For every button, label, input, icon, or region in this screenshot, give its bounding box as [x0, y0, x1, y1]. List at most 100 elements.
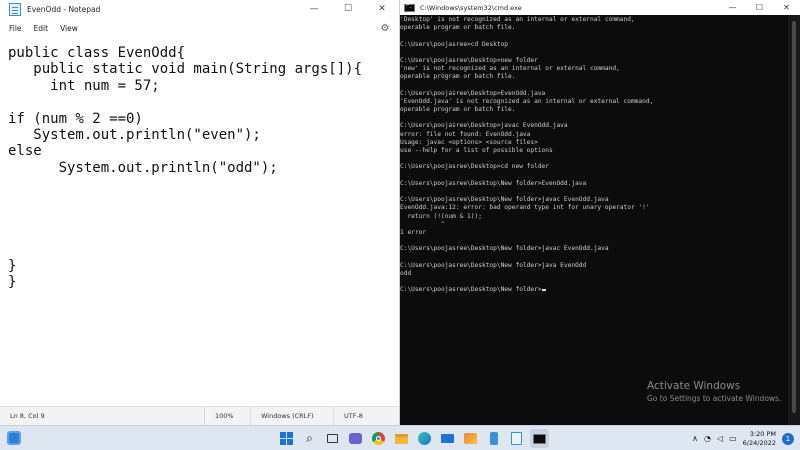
notepad-menubar: File Edit View ⚙ [0, 18, 399, 38]
chat-icon[interactable] [346, 429, 365, 448]
file-explorer-icon[interactable] [392, 429, 411, 448]
mail-icon[interactable] [438, 429, 457, 448]
console-line: 1 error [400, 228, 427, 236]
console-line: ^ [400, 220, 445, 228]
photos-icon[interactable] [461, 429, 480, 448]
status-cursor-position: Ln 8, Col 9 [0, 407, 205, 425]
code-line: else [8, 143, 42, 160]
code-line: } [8, 274, 17, 291]
console-line: 'EvenOdd.java' is not recognized as an i… [400, 97, 654, 105]
notepad-app-icon [9, 2, 21, 16]
console-prompt: C:\Users\poojasree\Desktop\New folder> [400, 286, 542, 294]
cmd-scrollbar[interactable] [788, 15, 800, 425]
task-view-icon[interactable] [323, 429, 342, 448]
clock[interactable]: 3:20 PM 6/24/2022 [743, 430, 776, 448]
cmd-window[interactable]: C:\Windows\system32\cmd.exe — ☐ ✕ 'Deskt… [400, 0, 800, 425]
console-line: C:\Users\poojasree\Desktop>new folder [400, 56, 538, 64]
activate-windows-watermark: Activate Windows Go to Settings to activ… [647, 380, 781, 403]
volume-icon[interactable]: ◁ [717, 434, 723, 443]
gear-icon[interactable]: ⚙ [377, 20, 393, 36]
battery-icon[interactable]: ▭ [729, 434, 737, 443]
console-line: 'Desktop' is not recognized as an intern… [400, 16, 635, 23]
chevron-up-icon[interactable]: ∧ [692, 434, 698, 443]
console-line: C:\Users\poojasree\Desktop>javac EvenOdd… [400, 122, 568, 130]
notepad-titlebar[interactable]: EvenOdd - Notepad — ☐ ✕ [0, 0, 399, 18]
text-cursor [541, 289, 546, 292]
code-line: if (num % 2 ==0) [8, 110, 143, 127]
console-line: operable program or batch file. [400, 73, 516, 81]
code-line: System.out.println("even"); [8, 126, 261, 143]
taskbar-pinned-apps: ⌕ [277, 429, 553, 448]
edge-icon[interactable] [415, 429, 434, 448]
notepad-icon[interactable] [507, 429, 526, 448]
search-icon[interactable]: ⌕ [300, 429, 319, 448]
cmd-app-icon [404, 2, 415, 12]
notepad-status-bar: Ln 8, Col 9 100% Windows (CRLF) UTF-8 [0, 406, 399, 425]
wifi-icon[interactable]: ◔ [704, 434, 711, 443]
console-line: C:\Users\poojasree\Desktop\New folder>ja… [400, 245, 609, 253]
console-prompt-line[interactable]: C:\Users\poojasree\Desktop\New folder> [400, 286, 788, 294]
console-line: use --help for a list of possible option… [400, 147, 553, 154]
taskbar: ⌕ ∧ ◔ ◁ ▭ 3:20 PM 6/24/2022 1 [0, 425, 800, 450]
console-line: C:\Users\poojasree\Desktop\New folder>ja… [400, 196, 609, 204]
maximize-icon[interactable]: ☐ [331, 0, 365, 18]
windows-start-icon[interactable] [277, 429, 296, 448]
code-line: int num = 57; [8, 77, 160, 94]
activate-windows-subtitle: Go to Settings to activate Windows. [647, 394, 782, 403]
notepad-window-title: EvenOdd - Notepad [27, 4, 101, 14]
console-line: Usage: javac <options> <source files> [400, 138, 538, 146]
windows-logo [280, 432, 293, 445]
phone-link-icon[interactable] [484, 429, 503, 448]
console-line: C:\Users\poojasree\Desktop\New folder>Ev… [400, 179, 587, 187]
minimize-icon[interactable]: — [719, 0, 746, 15]
terminal-icon[interactable] [530, 429, 549, 448]
console-line: C:\Users\poojasree>cd Desktop [400, 40, 509, 48]
status-line-ending: Windows (CRLF) [251, 407, 334, 425]
close-icon[interactable]: ✕ [773, 0, 800, 15]
console-line: C:\Users\poojasree\Desktop\New folder>ja… [400, 261, 587, 269]
chrome-icon[interactable] [369, 429, 388, 448]
activate-windows-title: Activate Windows [647, 380, 741, 392]
console-line: operable program or batch file. [400, 24, 516, 32]
cmd-titlebar[interactable]: C:\Windows\system32\cmd.exe — ☐ ✕ [400, 0, 800, 15]
cmd-console-output[interactable]: 'Desktop' is not recognized as an intern… [400, 15, 788, 425]
code-line: public static void main(String args[]){ [8, 61, 363, 78]
menu-view[interactable]: View [54, 24, 84, 33]
status-zoom: 100% [205, 407, 251, 425]
console-line: return (!(num & 1)); [400, 212, 482, 220]
widgets-icon[interactable] [7, 431, 21, 445]
console-line: operable program or batch file. [400, 106, 516, 114]
menu-file[interactable]: File [3, 24, 28, 33]
console-line: odd [400, 269, 412, 277]
console-line: EvenOdd.java:12: error: bad operand type… [400, 204, 650, 212]
console-line: error: file not found: EvenOdd.java [400, 130, 531, 138]
notepad-text-area[interactable]: public class EvenOdd{ public static void… [0, 38, 399, 406]
cmd-window-title: C:\Windows\system32\cmd.exe [420, 3, 522, 12]
scrollbar-thumb[interactable] [792, 21, 796, 413]
minimize-icon[interactable]: — [297, 0, 331, 18]
notepad-window[interactable]: EvenOdd - Notepad — ☐ ✕ File Edit View ⚙… [0, 0, 400, 425]
notification-badge[interactable]: 1 [782, 432, 794, 445]
menu-edit[interactable]: Edit [28, 24, 55, 33]
code-line: System.out.println("odd"); [8, 159, 278, 176]
console-line: C:\Users\poojasree\Desktop>EvenOdd.java [400, 89, 546, 97]
close-icon[interactable]: ✕ [365, 0, 399, 18]
clock-time: 3:20 PM [749, 429, 776, 438]
maximize-icon[interactable]: ☐ [746, 0, 773, 15]
console-line: C:\Users\poojasree\Desktop>cd new folder [400, 163, 550, 171]
